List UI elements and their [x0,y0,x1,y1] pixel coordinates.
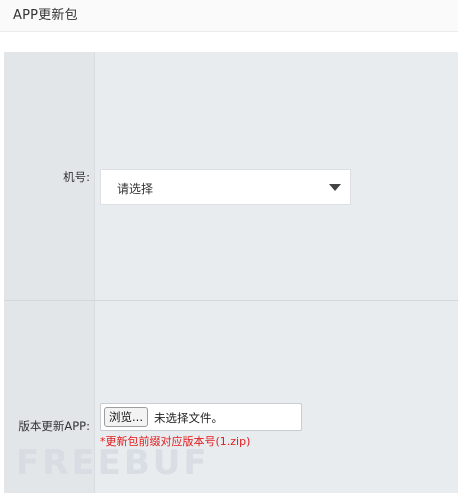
page-header: APP更新包 [0,0,458,32]
page-title: APP更新包 [13,8,78,23]
machine-number-label: 机号: [63,170,90,184]
machine-number-select-value: 请选择 [117,182,154,196]
chevron-down-icon [329,184,341,191]
browse-button[interactable]: 浏览... [104,407,148,427]
form-panel: 机号: 请选择 版本更新APP: 浏览... 未选择文件。 *更新包前缀对应版本… [4,52,458,493]
app-file-input[interactable]: 浏览... 未选择文件。 [100,403,302,431]
version-app-label: 版本更新APP: [18,419,90,433]
machine-number-select[interactable]: 请选择 [100,169,351,205]
freebuf-watermark: FREEBUF [16,443,210,483]
row-divider [4,300,458,301]
file-status-text: 未选择文件。 [154,411,223,425]
